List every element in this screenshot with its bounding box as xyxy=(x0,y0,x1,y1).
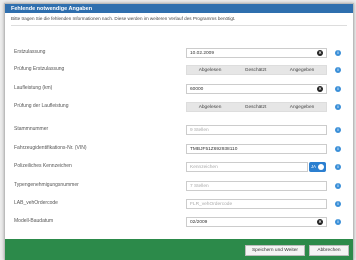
row-pruefung-erstzulassung: Prüfung Erstzulassung Abgelesen Geschätz… xyxy=(5,65,355,78)
row-pruefung-laufleistung: Prüfung der Laufleistung Abgelesen Gesch… xyxy=(5,102,355,115)
modell-baudatum-label: Modell-Baudatum xyxy=(14,218,54,224)
kennzeichen-toggle[interactable]: JA xyxy=(309,162,326,172)
pruefung-ez-angegeben-button[interactable]: Angegeben xyxy=(290,68,315,73)
cancel-button[interactable]: Abbrechen xyxy=(309,245,349,256)
vin-input[interactable]: TMBJF51Z692938110 xyxy=(186,144,327,154)
laufleistung-label: Laufleistung (km) xyxy=(14,85,53,91)
row-laufleistung: Laufleistung (km) 60000 ✕ i xyxy=(5,84,355,97)
save-and-continue-button[interactable]: Speichern und Weiter xyxy=(245,245,305,256)
info-erstzulassung-icon[interactable]: i xyxy=(335,50,341,56)
toggle-label: JA xyxy=(311,164,316,169)
stammnummer-label: Stammnummer xyxy=(14,126,49,132)
row-vin: Fahrzeugidentifikations-Nr. (VIN) TMBJF5… xyxy=(5,144,355,157)
row-typengenehmigung: Typengenehmigungsnummer 7 Stellen i xyxy=(5,181,355,194)
row-modell-baudatum: Modell-Baudatum 02/2009 ✕ i xyxy=(5,217,355,230)
kennzeichen-input[interactable]: Kennzeichen xyxy=(186,162,308,172)
vin-label: Fahrzeugidentifikations-Nr. (VIN) xyxy=(14,145,87,151)
pruefung-ll-button-group: Abgelesen Geschätzt Angegeben xyxy=(186,102,327,112)
info-kennzeichen-icon[interactable]: i xyxy=(335,164,341,170)
pruefung-ez-geschaetzt-button[interactable]: Geschätzt xyxy=(245,68,267,73)
divider xyxy=(11,25,347,26)
row-stammnummer: Stammnummer 9 Stellen i xyxy=(5,125,355,138)
dialog-title: Fehlende notwendige Angaben xyxy=(5,4,353,13)
info-modell-baudatum-icon[interactable]: i xyxy=(335,219,341,225)
info-stammnummer-icon[interactable]: i xyxy=(335,127,341,133)
row-erstzulassung: Erstzulassung 10.02.2009 ✕ i xyxy=(5,48,355,61)
info-lab-code-icon[interactable]: i xyxy=(335,201,341,207)
stammnummer-input[interactable]: 9 Stellen xyxy=(186,125,327,135)
laufleistung-input[interactable]: 60000 xyxy=(186,84,327,94)
info-pruefung-ez-icon[interactable]: i xyxy=(335,67,341,73)
clear-modell-baudatum-icon[interactable]: ✕ xyxy=(317,219,323,225)
info-pruefung-ll-icon[interactable]: i xyxy=(335,104,341,110)
missing-info-dialog: Fehlende notwendige Angaben Bitte tragen… xyxy=(4,3,354,260)
pruefung-ez-abgelesen-button[interactable]: Abgelesen xyxy=(199,68,222,73)
dialog-footer: Speichern und Weiter Abbrechen xyxy=(5,239,353,260)
typengenehmigung-input[interactable]: 7 Stellen xyxy=(186,181,327,191)
pruefung-ll-geschaetzt-button[interactable]: Geschätzt xyxy=(245,105,267,110)
info-vin-icon[interactable]: i xyxy=(335,146,341,152)
pruefung-ll-abgelesen-button[interactable]: Abgelesen xyxy=(199,105,222,110)
lab-code-label: LAB_vehOrdercode xyxy=(14,200,58,206)
modell-baudatum-input[interactable]: 02/2009 xyxy=(186,217,327,227)
pruefung-ez-button-group: Abgelesen Geschätzt Angegeben xyxy=(186,65,327,75)
row-lab-code: LAB_vehOrdercode FLR_vehOrdercode i xyxy=(5,199,355,212)
pruefung-ez-label: Prüfung Erstzulassung xyxy=(14,66,65,72)
pruefung-ll-label: Prüfung der Laufleistung xyxy=(14,103,69,109)
clear-erstzulassung-icon[interactable]: ✕ xyxy=(317,50,323,56)
toggle-knob xyxy=(318,164,324,170)
row-kennzeichen: Polizeiliches Kennzeichen Kennzeichen JA… xyxy=(5,162,355,175)
pruefung-ll-angegeben-button[interactable]: Angegeben xyxy=(290,105,315,110)
typengenehmigung-label: Typengenehmigungsnummer xyxy=(14,182,79,188)
info-typengenehmigung-icon[interactable]: i xyxy=(335,183,341,189)
dialog-intro-text: Bitte tragen Sie die fehlenden Informati… xyxy=(11,16,236,21)
erstzulassung-input[interactable]: 10.02.2009 xyxy=(186,48,327,58)
info-laufleistung-icon[interactable]: i xyxy=(335,86,341,92)
kennzeichen-label: Polizeiliches Kennzeichen xyxy=(14,163,72,169)
clear-laufleistung-icon[interactable]: ✕ xyxy=(317,86,323,92)
lab-code-input[interactable]: FLR_vehOrdercode xyxy=(186,199,327,209)
erstzulassung-label: Erstzulassung xyxy=(14,49,46,55)
